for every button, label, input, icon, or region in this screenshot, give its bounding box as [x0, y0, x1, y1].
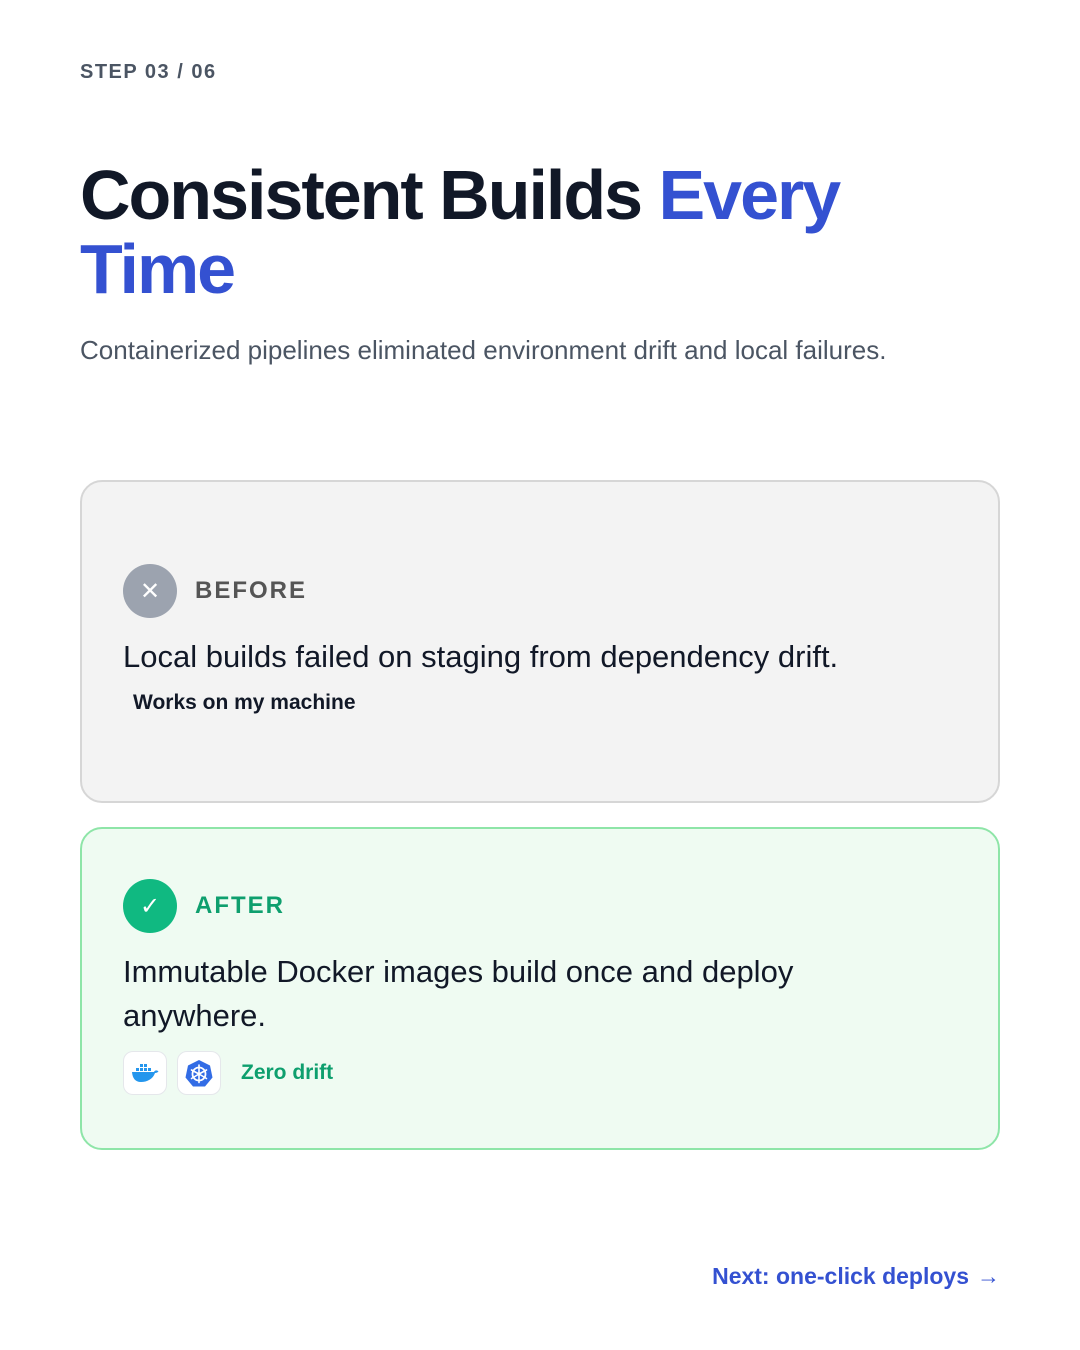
after-card-header: ✓ AFTER — [123, 879, 957, 933]
step-indicator: STEP 03 / 06 — [80, 61, 217, 83]
after-card: ✓ AFTER Immutable Docker images build on… — [80, 827, 1000, 1150]
close-icon: ✕ — [123, 564, 177, 618]
check-icon: ✓ — [123, 879, 177, 933]
before-card-header: ✕ BEFORE — [123, 564, 957, 618]
slide: STEP 03 / 06 Consistent Builds Every Tim… — [0, 0, 1080, 1350]
next-step-label: Next: one-click deploys — [712, 1263, 969, 1289]
docker-icon — [123, 1051, 167, 1095]
after-tag: Zero drift — [241, 1061, 334, 1084]
before-label: BEFORE — [195, 577, 308, 604]
after-label: AFTER — [195, 892, 285, 919]
before-description: Local builds failed on staging from depe… — [123, 639, 839, 674]
page-subtitle: Containerized pipelines eliminated envir… — [80, 335, 887, 365]
arrow-right-icon: → — [977, 1263, 1000, 1289]
page-title: Consistent Builds Every Time — [80, 158, 980, 306]
before-card: ✕ BEFORE Local builds failed on staging … — [80, 480, 1000, 803]
kubernetes-icon — [177, 1051, 221, 1095]
next-step-link[interactable]: Next: one-click deploys → — [712, 1263, 1000, 1290]
after-tags: Zero drift — [123, 1051, 957, 1095]
after-description: Immutable Docker images build once and d… — [123, 954, 794, 1033]
title-main: Consistent Builds — [80, 156, 659, 234]
before-tag: Works on my machine — [133, 691, 356, 714]
